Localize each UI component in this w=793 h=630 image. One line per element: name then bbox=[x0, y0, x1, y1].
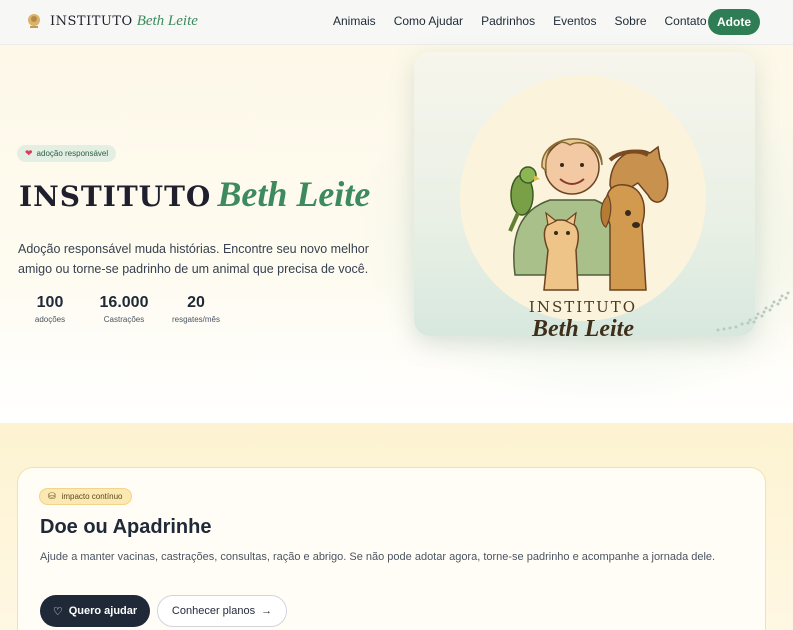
impact-badge: ⛁ impacto contínuo bbox=[39, 488, 133, 505]
gift-icon: ⛁ bbox=[48, 491, 56, 501]
stat-value: 100 bbox=[36, 294, 64, 311]
hero-description: Adoção responsável muda histórias. Encon… bbox=[18, 242, 369, 276]
cat-icon bbox=[543, 211, 580, 291]
responsible-adoption-badge: ❤ adoção responsável bbox=[17, 145, 117, 162]
nav-link-contato[interactable]: Contato bbox=[665, 14, 707, 28]
heart-icon: ❤ bbox=[25, 148, 33, 158]
stat-adoptions: 100 adoções bbox=[18, 294, 82, 324]
stat-label: Castrações bbox=[103, 315, 145, 324]
logo-text-beth-leite: Beth Leite bbox=[532, 316, 634, 342]
donate-section: ⛁ impacto contínuo Doe ou Apadrinhe Ajud… bbox=[0, 423, 793, 630]
stat-value: 16.000 bbox=[99, 294, 149, 311]
stat-rescues: 20 resgates/mês bbox=[168, 294, 224, 324]
top-navbar: INSTITUTO Beth Leite Animais Como Ajudar… bbox=[0, 0, 793, 45]
brand-word-beth-leite: Beth Leite bbox=[136, 12, 198, 29]
arrow-right-icon: → bbox=[261, 605, 273, 617]
hero-title: INSTITUTO Beth Leite bbox=[19, 173, 370, 215]
adopt-button[interactable]: Adote bbox=[708, 9, 760, 35]
heart-hand-icon: ♡ bbox=[52, 605, 63, 618]
logo-text-instituto: INSTITUTO bbox=[528, 298, 638, 316]
nav-link-animais[interactable]: Animais bbox=[333, 14, 376, 28]
stat-value: 20 bbox=[187, 294, 205, 311]
hero-title-beth-leite: Beth Leite bbox=[217, 174, 371, 214]
institute-logo-illustration bbox=[460, 75, 706, 321]
stat-label: resgates/mês bbox=[171, 315, 221, 324]
stats-row: 100 adoções 16.000 Castrações 20 resgate… bbox=[18, 294, 248, 324]
nav-link-sobre[interactable]: Sobre bbox=[614, 14, 646, 28]
view-plans-label: Conhecer planos bbox=[171, 605, 256, 617]
brand-link[interactable]: INSTITUTO Beth Leite bbox=[27, 12, 198, 30]
nav-link-padrinhos[interactable]: Padrinhos bbox=[481, 14, 535, 28]
nav-link-eventos[interactable]: Eventos bbox=[553, 14, 596, 28]
nav-link-como-ajudar[interactable]: Como Ajudar bbox=[394, 14, 463, 28]
nav-links: Animais Como Ajudar Padrinhos Eventos So… bbox=[333, 14, 725, 28]
stat-label: adoções bbox=[34, 315, 66, 324]
impact-badge-label: impacto contínuo bbox=[61, 492, 123, 501]
hero-title-instituto: INSTITUTO bbox=[19, 180, 212, 213]
donate-description: Ajude a manter vacinas, castrações, cons… bbox=[40, 551, 716, 563]
view-plans-button[interactable]: Conhecer planos → bbox=[157, 595, 287, 627]
donate-title: Doe ou Apadrinhe bbox=[40, 516, 212, 538]
want-to-help-label: Quero ajudar bbox=[68, 605, 138, 617]
decorative-dots bbox=[716, 291, 790, 332]
donate-card: ⛁ impacto contínuo Doe ou Apadrinhe Ajud… bbox=[17, 467, 766, 630]
stat-castrations: 16.000 Castrações bbox=[94, 294, 154, 324]
badge-label: adoção responsável bbox=[36, 149, 109, 158]
want-to-help-button[interactable]: ♡ Quero ajudar bbox=[40, 595, 150, 627]
brand-word-instituto: INSTITUTO bbox=[50, 13, 133, 29]
brand-logo-icon bbox=[28, 14, 40, 28]
